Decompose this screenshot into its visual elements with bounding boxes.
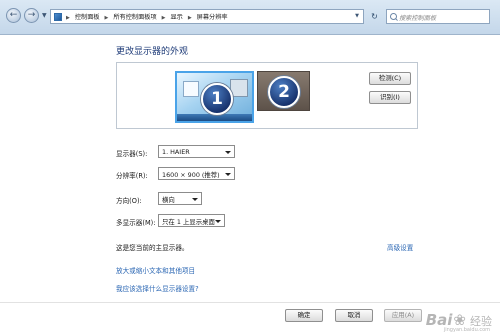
address-toolbar: ← → ▼ ▶ 控制面板 ▶ 所有控制面板项 ▶ 显示 ▶ 屏幕分辨率 ▼ ↻ … bbox=[0, 0, 500, 35]
back-arrow-icon[interactable]: ← bbox=[6, 8, 21, 23]
cancel-button[interactable]: 取消 bbox=[335, 309, 373, 322]
display-select[interactable]: 1. HAIER bbox=[158, 145, 235, 158]
display-help-link[interactable]: 我应该选择什么显示器设置? bbox=[116, 283, 199, 293]
baidu-watermark: Bai❀ 经验 jingyan.baidu.com bbox=[426, 311, 492, 333]
taskbar-thumbnail bbox=[177, 114, 252, 121]
chevron-down-icon bbox=[225, 173, 231, 176]
orientation-value: 横向 bbox=[162, 196, 175, 204]
breadcrumb-item[interactable]: 显示 bbox=[170, 14, 182, 21]
breadcrumb-item[interactable]: 所有控制面板项 bbox=[113, 14, 156, 21]
detect-button[interactable]: 检测(C) bbox=[369, 72, 411, 85]
monitor-1[interactable]: 1 bbox=[175, 71, 294, 123]
window-thumbnail bbox=[230, 79, 294, 98]
advanced-settings-link[interactable]: 高级设置 bbox=[387, 242, 413, 252]
display-label: 显示器(S): bbox=[116, 150, 148, 158]
identify-button[interactable]: 识别(I) bbox=[369, 91, 411, 104]
forward-arrow-icon[interactable]: → bbox=[24, 8, 39, 23]
page-title: 更改显示器的外观 bbox=[116, 47, 189, 57]
multi-display-label: 多显示器(M): bbox=[116, 219, 156, 227]
primary-display-note: 这是您当前的主显示器。 bbox=[116, 244, 189, 252]
resolution-label: 分辨率(R): bbox=[116, 172, 148, 180]
breadcrumb-item[interactable]: 屏幕分辨率 bbox=[197, 14, 228, 21]
ok-button[interactable]: 确定 bbox=[285, 309, 323, 322]
breadcrumb-item[interactable]: 控制面板 bbox=[75, 14, 100, 21]
search-icon bbox=[390, 13, 397, 20]
apply-button[interactable]: 应用(A) bbox=[384, 309, 422, 322]
multi-display-select[interactable]: 只在 1 上显示桌面 bbox=[158, 214, 225, 227]
breadcrumb-separator-icon: ▶ bbox=[104, 15, 109, 21]
chevron-down-icon bbox=[192, 198, 198, 201]
window-thumbnail bbox=[183, 81, 199, 97]
search-placeholder: 搜索控制面板 bbox=[399, 15, 437, 22]
breadcrumb: ▶ 控制面板 ▶ 所有控制面板项 ▶ 显示 ▶ 屏幕分辨率 bbox=[66, 12, 231, 21]
display-value: 1. HAIER bbox=[162, 148, 190, 156]
chevron-down-icon bbox=[215, 220, 221, 223]
orientation-label: 方向(O): bbox=[116, 197, 142, 205]
monitor-2[interactable]: 2 bbox=[257, 71, 310, 111]
watermark-site: jingyan.baidu.com bbox=[443, 327, 490, 333]
monitor-number-badge: 1 bbox=[201, 83, 233, 115]
address-dropdown-icon[interactable]: ▼ bbox=[355, 13, 359, 19]
footer-divider bbox=[0, 302, 500, 303]
resolution-value: 1600 × 900 (推荐) bbox=[162, 171, 220, 179]
breadcrumb-separator-icon: ▶ bbox=[161, 15, 166, 21]
refresh-icon[interactable]: ↻ bbox=[368, 9, 381, 24]
address-bar[interactable]: ▶ 控制面板 ▶ 所有控制面板项 ▶ 显示 ▶ 屏幕分辨率 ▼ bbox=[50, 9, 364, 24]
monitor-number-badge: 2 bbox=[268, 76, 300, 108]
recent-pages-dropdown-icon[interactable]: ▼ bbox=[42, 12, 47, 19]
screen-resolution-window: ← → ▼ ▶ 控制面板 ▶ 所有控制面板项 ▶ 显示 ▶ 屏幕分辨率 ▼ ↻ … bbox=[0, 0, 500, 333]
control-panel-icon bbox=[54, 13, 62, 21]
breadcrumb-separator-icon: ▶ bbox=[187, 15, 192, 21]
resolution-select[interactable]: 1600 × 900 (推荐) bbox=[158, 167, 235, 180]
text-size-link[interactable]: 放大或缩小文本和其他项目 bbox=[116, 265, 195, 275]
multi-display-value: 只在 1 上显示桌面 bbox=[162, 218, 215, 226]
chevron-down-icon bbox=[225, 151, 231, 154]
breadcrumb-separator-icon: ▶ bbox=[66, 15, 70, 21]
orientation-select[interactable]: 横向 bbox=[158, 192, 202, 205]
search-box[interactable]: 搜索控制面板 bbox=[386, 9, 490, 24]
